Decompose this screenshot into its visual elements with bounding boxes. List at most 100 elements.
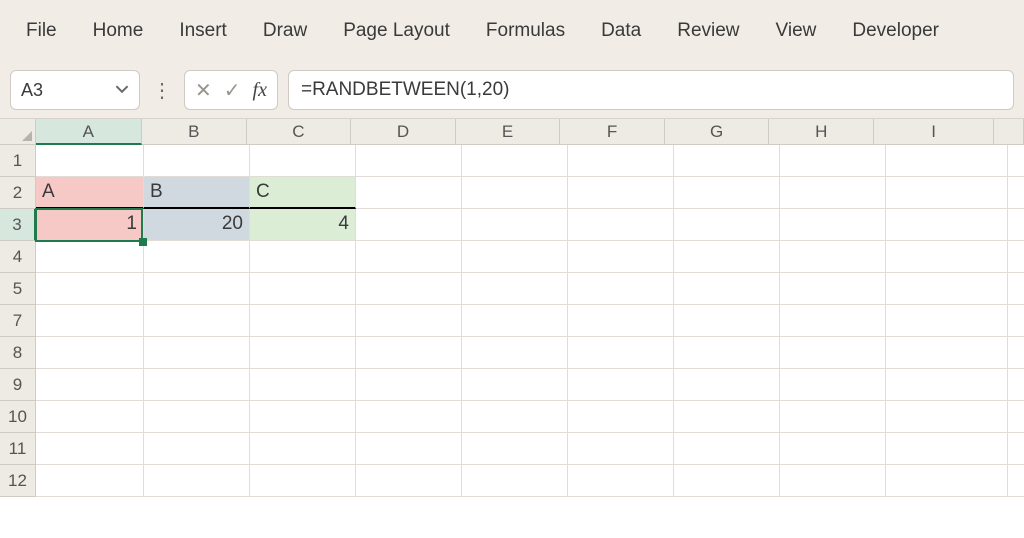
cell-G3[interactable] (674, 209, 780, 241)
cell-D8[interactable] (356, 337, 462, 369)
confirm-formula-icon[interactable]: ✓ (224, 78, 241, 103)
cell-H10[interactable] (780, 401, 886, 433)
cell-A10[interactable] (36, 401, 144, 433)
col-header-A[interactable]: A (36, 119, 143, 145)
cell-B8[interactable] (144, 337, 250, 369)
cell-J4[interactable] (1008, 241, 1024, 273)
cell-F1[interactable] (568, 145, 674, 177)
cell-I8[interactable] (886, 337, 1008, 369)
cell-B5[interactable] (144, 273, 250, 305)
cell-G4[interactable] (674, 241, 780, 273)
cell-F7[interactable] (568, 305, 674, 337)
cell-D2[interactable] (356, 177, 462, 209)
cell-H1[interactable] (780, 145, 886, 177)
cell-G5[interactable] (674, 273, 780, 305)
cell-C9[interactable] (250, 369, 356, 401)
cell-J1[interactable] (1008, 145, 1024, 177)
cell-I10[interactable] (886, 401, 1008, 433)
cell-H12[interactable] (780, 465, 886, 497)
cell-J2[interactable] (1008, 177, 1024, 209)
cell-C1[interactable] (250, 145, 356, 177)
cell-G1[interactable] (674, 145, 780, 177)
cell-E5[interactable] (462, 273, 568, 305)
cell-F4[interactable] (568, 241, 674, 273)
cell-H3[interactable] (780, 209, 886, 241)
cell-A7[interactable] (36, 305, 144, 337)
col-header-H[interactable]: H (769, 119, 874, 145)
cell-J9[interactable] (1008, 369, 1024, 401)
select-all-corner[interactable] (0, 119, 36, 145)
cell-A3[interactable]: 1 (36, 209, 144, 241)
cell-E2[interactable] (462, 177, 568, 209)
cell-D12[interactable] (356, 465, 462, 497)
cell-E1[interactable] (462, 145, 568, 177)
row-header-3[interactable]: 3 (0, 209, 36, 241)
cell-C4[interactable] (250, 241, 356, 273)
row-header-5[interactable]: 5 (0, 273, 36, 305)
cell-B3[interactable]: 20 (144, 209, 250, 241)
tab-review[interactable]: Review (659, 10, 757, 52)
cell-E7[interactable] (462, 305, 568, 337)
cell-A2[interactable]: A (36, 177, 144, 209)
tab-home[interactable]: Home (75, 10, 162, 52)
tab-formulas[interactable]: Formulas (468, 10, 583, 52)
row-header-11[interactable]: 11 (0, 433, 36, 465)
cell-D4[interactable] (356, 241, 462, 273)
cell-B2[interactable]: B (144, 177, 250, 209)
cell-E10[interactable] (462, 401, 568, 433)
cell-F8[interactable] (568, 337, 674, 369)
cell-B10[interactable] (144, 401, 250, 433)
cell-A5[interactable] (36, 273, 144, 305)
cell-I12[interactable] (886, 465, 1008, 497)
cell-F11[interactable] (568, 433, 674, 465)
cell-A9[interactable] (36, 369, 144, 401)
cell-J3[interactable] (1008, 209, 1024, 241)
cell-G11[interactable] (674, 433, 780, 465)
col-header-F[interactable]: F (560, 119, 665, 145)
cell-E12[interactable] (462, 465, 568, 497)
cell-G8[interactable] (674, 337, 780, 369)
cell-J10[interactable] (1008, 401, 1024, 433)
cell-A1[interactable] (36, 145, 144, 177)
cell-G2[interactable] (674, 177, 780, 209)
tab-developer[interactable]: Developer (834, 10, 957, 52)
cell-H11[interactable] (780, 433, 886, 465)
cell-B11[interactable] (144, 433, 250, 465)
cell-D3[interactable] (356, 209, 462, 241)
cell-B4[interactable] (144, 241, 250, 273)
tab-insert[interactable]: Insert (161, 10, 245, 52)
cell-A11[interactable] (36, 433, 144, 465)
row-header-4[interactable]: 4 (0, 241, 36, 273)
cell-E9[interactable] (462, 369, 568, 401)
row-header-9[interactable]: 9 (0, 369, 36, 401)
cell-C11[interactable] (250, 433, 356, 465)
cell-F2[interactable] (568, 177, 674, 209)
cell-B9[interactable] (144, 369, 250, 401)
cell-C12[interactable] (250, 465, 356, 497)
cell-E11[interactable] (462, 433, 568, 465)
cell-J11[interactable] (1008, 433, 1024, 465)
cell-F9[interactable] (568, 369, 674, 401)
cell-B1[interactable] (144, 145, 250, 177)
cell-E3[interactable] (462, 209, 568, 241)
row-header-10[interactable]: 10 (0, 401, 36, 433)
more-options-icon[interactable]: ⋮ (150, 78, 174, 103)
cell-D9[interactable] (356, 369, 462, 401)
cell-C7[interactable] (250, 305, 356, 337)
col-header-G[interactable]: G (665, 119, 770, 145)
cell-C8[interactable] (250, 337, 356, 369)
col-header-I[interactable]: I (874, 119, 994, 145)
cell-J12[interactable] (1008, 465, 1024, 497)
cell-B7[interactable] (144, 305, 250, 337)
cancel-formula-icon[interactable]: ✕ (195, 78, 212, 103)
tab-data[interactable]: Data (583, 10, 659, 52)
cell-A4[interactable] (36, 241, 144, 273)
cell-I4[interactable] (886, 241, 1008, 273)
name-box[interactable]: A3 (10, 70, 140, 110)
cell-J8[interactable] (1008, 337, 1024, 369)
cell-A8[interactable] (36, 337, 144, 369)
cell-I9[interactable] (886, 369, 1008, 401)
col-header-B[interactable]: B (142, 119, 247, 145)
cell-I1[interactable] (886, 145, 1008, 177)
chevron-down-icon[interactable] (115, 80, 129, 101)
